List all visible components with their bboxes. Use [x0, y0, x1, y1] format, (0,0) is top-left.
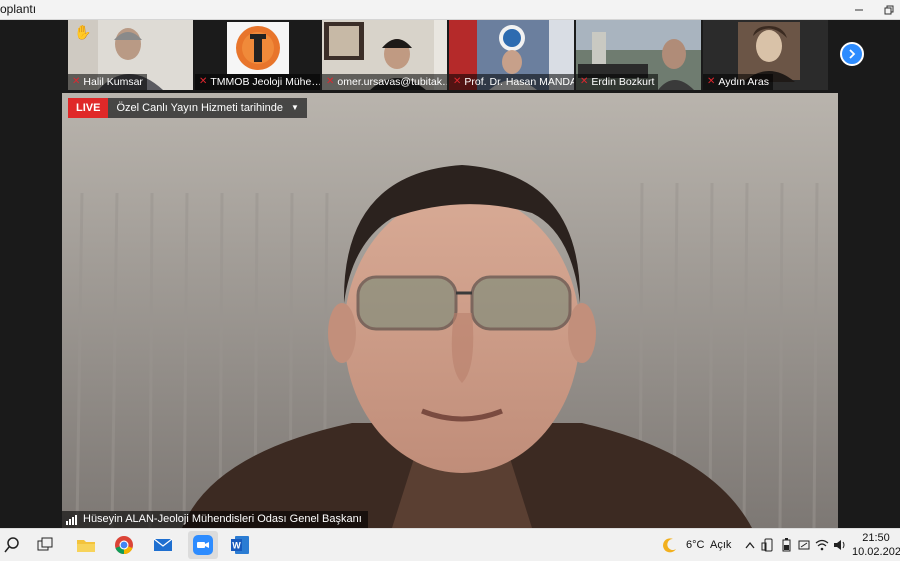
participant-tile[interactable]: ✋ ✕ Halil Kumsar: [68, 20, 193, 90]
minimize-button[interactable]: [848, 1, 870, 18]
caret-down-icon: ▼: [290, 103, 299, 112]
battery-icon: [782, 538, 791, 552]
weather-condition: Açık: [710, 539, 732, 551]
participant-tile[interactable]: ✕ TMMOB Jeoloji Mühe…: [195, 20, 320, 90]
participant-name-tag: ✕ Aydın Aras: [703, 74, 773, 90]
participant-tile[interactable]: ✕ Prof. Dr. Hasan MANDAL-…: [449, 20, 574, 90]
svg-text:W: W: [232, 541, 241, 551]
speaker-name-tag: Hüseyin ALAN-Jeoloji Mühendisleri Odası …: [62, 511, 368, 528]
mic-muted-icon: ✕: [453, 76, 462, 87]
participant-tile[interactable]: ✕ omer.ursavas@tubitak…: [322, 20, 447, 90]
folder-icon: [77, 540, 95, 552]
mic-muted-icon: ✕: [707, 76, 716, 87]
task-view-icon: [37, 537, 53, 551]
clock-time: 21:50: [862, 532, 890, 544]
volume-icon: [834, 540, 845, 550]
active-speaker-video: LIVE Özel Canlı Yayın Hizmeti tarihinde …: [62, 93, 838, 528]
participant-name: Aydın Aras: [718, 76, 769, 88]
chrome-icon: [115, 536, 133, 554]
taskbar-clock[interactable]: 21:50 10.02.2022: [852, 532, 900, 560]
weather-widget[interactable]: [658, 533, 682, 557]
participant-name: Prof. Dr. Hasan MANDAL-…: [464, 76, 574, 88]
wifi-icon: [815, 539, 829, 551]
volume-button[interactable]: [828, 533, 852, 557]
participant-strip: ✋ ✕ Halil Kumsar ✕ TMMOB Jeoloji Mühe… ✕…: [68, 20, 828, 90]
speaker-name: Hüseyin ALAN-Jeoloji Mühendisleri Odası …: [83, 513, 362, 525]
task-view-button[interactable]: [33, 533, 57, 557]
taskbar-zoom[interactable]: [188, 531, 218, 559]
chevron-right-icon: [849, 49, 856, 59]
participant-name-tag: ✕ Prof. Dr. Hasan MANDAL-…: [449, 74, 574, 90]
minimize-icon: [855, 9, 863, 10]
clock-date: 10.02.2022: [852, 546, 900, 558]
signal-strength-icon: [66, 514, 77, 525]
windows-taskbar: W 6°C Açık 21:50 10.02.2022: [0, 528, 900, 561]
restore-button[interactable]: [878, 1, 900, 18]
live-badge: LIVE: [68, 98, 109, 118]
mic-muted-icon: ✕: [72, 76, 81, 87]
taskbar-chrome[interactable]: [112, 533, 136, 557]
participant-name-tag: ✕ omer.ursavas@tubitak…: [322, 74, 447, 90]
participant-name-tag: ✕ TMMOB Jeoloji Mühe…: [195, 74, 320, 90]
window-titlebar: oplantı: [0, 0, 900, 20]
search-icon: [4, 537, 19, 553]
participant-tile[interactable]: ✕ Erdin Bozkurt: [576, 20, 701, 90]
phone-icon: [761, 538, 773, 552]
speaker-video-frame: [62, 93, 838, 528]
mic-muted-icon: ✕: [326, 76, 335, 87]
weather-temp: 6°C: [686, 539, 705, 551]
zoom-icon: [193, 535, 213, 555]
restore-icon: [884, 5, 894, 14]
word-icon: W: [231, 536, 249, 554]
mic-muted-icon: ✕: [199, 76, 208, 87]
meeting-stage: ✋ ✕ Halil Kumsar ✕ TMMOB Jeoloji Mühe… ✕…: [0, 20, 900, 528]
taskbar-file-explorer[interactable]: [74, 533, 98, 557]
taskbar-mail[interactable]: [151, 533, 175, 557]
window-title: oplantı: [0, 2, 37, 16]
participant-name: TMMOB Jeoloji Mühe…: [210, 76, 320, 88]
live-stream-bar[interactable]: LIVE Özel Canlı Yayın Hizmeti tarihinde …: [68, 98, 307, 118]
live-stream-dropdown[interactable]: Özel Canlı Yayın Hizmeti tarihinde ▼: [108, 98, 307, 118]
participant-name: omer.ursavas@tubitak…: [337, 76, 447, 88]
search-button[interactable]: [0, 533, 24, 557]
participant-name-tag: ✕ Erdin Bozkurt: [576, 74, 659, 90]
mail-icon: [153, 538, 173, 551]
live-stream-label: Özel Canlı Yayın Hizmeti tarihinde: [116, 102, 283, 114]
participant-tile[interactable]: ✕ Aydın Aras: [703, 20, 828, 90]
chevron-up-icon: [745, 541, 755, 549]
taskbar-word[interactable]: W: [228, 533, 252, 557]
participant-name: Erdin Bozkurt: [591, 76, 655, 88]
mic-muted-icon: ✕: [580, 76, 589, 87]
participant-name-tag: ✕ Halil Kumsar: [68, 74, 147, 90]
next-participants-button[interactable]: [840, 42, 864, 66]
pen-icon: [798, 540, 810, 550]
participant-name: Halil Kumsar: [83, 76, 143, 88]
moon-icon: [663, 538, 676, 553]
raised-hand-icon: ✋: [74, 24, 92, 40]
